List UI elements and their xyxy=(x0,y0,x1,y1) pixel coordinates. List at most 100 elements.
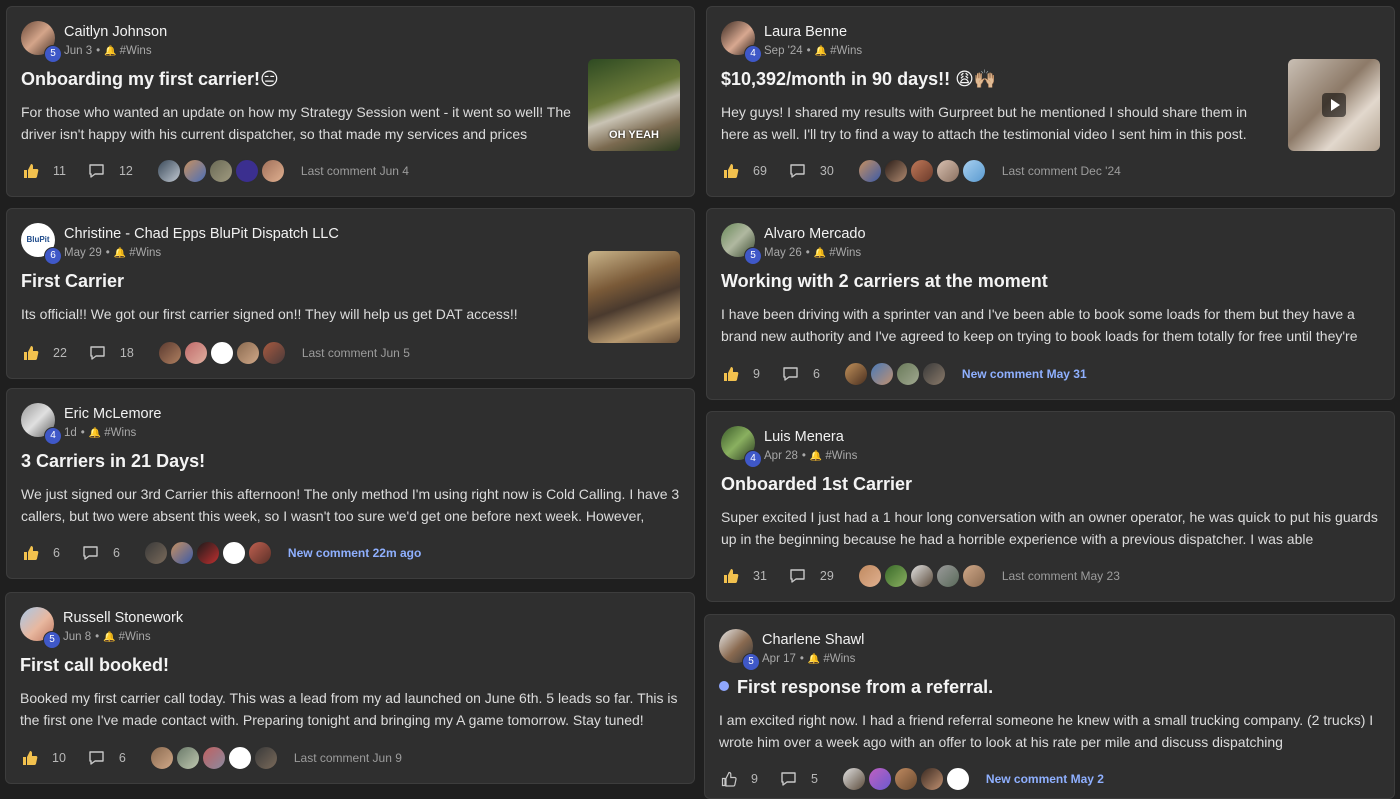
commenter-avatar[interactable] xyxy=(143,541,168,565)
commenter-avatar[interactable] xyxy=(945,767,970,791)
comment-icon[interactable] xyxy=(88,163,105,179)
post-card[interactable]: 4 Eric McLemore 1d • 🔔 #Wins 3 Carriers in … xyxy=(6,388,695,579)
comment-icon[interactable] xyxy=(82,545,99,561)
post-thumbnail[interactable] xyxy=(1288,59,1380,151)
post-title[interactable]: Onboarding my first carrier!😑 xyxy=(21,69,279,90)
commenter-avatar[interactable] xyxy=(867,767,892,791)
author-name[interactable]: Russell Stonework xyxy=(63,610,183,626)
commenter-avatar[interactable] xyxy=(209,341,234,365)
comment-icon[interactable] xyxy=(88,750,105,766)
like-icon[interactable] xyxy=(23,345,39,361)
commenter-avatar[interactable] xyxy=(893,767,918,791)
commenter-avatar[interactable] xyxy=(157,341,182,365)
post-title[interactable]: First Carrier xyxy=(21,271,124,292)
post-body[interactable]: I have been driving with a sprinter van … xyxy=(721,304,1381,347)
commenter-avatar[interactable] xyxy=(234,159,259,183)
play-icon[interactable] xyxy=(1322,93,1346,117)
post-title[interactable]: First response from a referral. xyxy=(719,677,993,698)
commenter-avatar[interactable] xyxy=(195,541,220,565)
commenter-avatar[interactable] xyxy=(895,362,920,386)
author-name[interactable]: Christine - Chad Epps BluPit Dispatch LL… xyxy=(64,226,339,242)
post-card[interactable]: 5 Russell Stonework Jun 8 • 🔔 #Wins First c… xyxy=(5,592,695,784)
commenter-avatar[interactable] xyxy=(869,362,894,386)
author-name[interactable]: Luis Menera xyxy=(764,429,844,445)
like-icon[interactable] xyxy=(723,163,739,179)
category-tag[interactable]: #Wins xyxy=(830,45,862,57)
commenter-avatar[interactable] xyxy=(201,746,226,770)
category-tag[interactable]: #Wins xyxy=(825,450,857,462)
commenter-avatar[interactable] xyxy=(919,767,944,791)
commenter-avatar[interactable] xyxy=(247,541,272,565)
post-card[interactable]: 4 Laura Benne Sep '24 • 🔔 #Wins $10,392/mon… xyxy=(706,6,1395,197)
commenter-avatar[interactable] xyxy=(227,746,252,770)
commenter-avatar[interactable] xyxy=(169,541,194,565)
commenter-avatar[interactable] xyxy=(883,564,908,588)
post-body[interactable]: I am excited right now. I had a friend r… xyxy=(719,710,1379,753)
category-tag[interactable]: #Wins xyxy=(823,653,855,665)
like-icon[interactable] xyxy=(23,163,39,179)
commenter-avatar[interactable] xyxy=(261,341,286,365)
commenter-avatar[interactable] xyxy=(909,159,934,183)
author-name[interactable]: Charlene Shawl xyxy=(762,632,864,648)
comment-activity[interactable]: New comment 22m ago xyxy=(288,546,421,560)
post-body[interactable]: Its official!! We got our first carrier … xyxy=(21,304,576,347)
post-card[interactable]: 5 Caitlyn Johnson Jun 3 • 🔔 #Wins Onboardin… xyxy=(6,6,695,197)
category-tag[interactable]: #Wins xyxy=(119,631,151,643)
post-body[interactable]: Hey guys! I shared my results with Gurpr… xyxy=(721,102,1276,145)
post-card[interactable]: BluPit 6 Christine - Chad Epps BluPit Di… xyxy=(6,208,695,379)
commenter-avatar[interactable] xyxy=(935,564,960,588)
author-name[interactable]: Alvaro Mercado xyxy=(764,226,866,242)
comment-activity[interactable]: New comment May 31 xyxy=(962,367,1087,381)
commenter-avatar[interactable] xyxy=(961,159,986,183)
post-body[interactable]: For those who wanted an update on how my… xyxy=(21,102,576,145)
post-thumbnail[interactable] xyxy=(588,251,680,343)
category-tag[interactable]: #Wins xyxy=(829,247,861,259)
commenter-avatar[interactable] xyxy=(208,159,233,183)
category-tag[interactable]: #Wins xyxy=(104,427,136,439)
post-title[interactable]: First call booked! xyxy=(20,655,169,676)
post-title[interactable]: 3 Carriers in 21 Days! xyxy=(21,451,205,472)
comment-activity[interactable]: New comment May 2 xyxy=(986,772,1104,786)
commenter-avatar[interactable] xyxy=(883,159,908,183)
comment-icon[interactable] xyxy=(782,366,799,382)
commenter-avatar[interactable] xyxy=(260,159,285,183)
commenter-avatar[interactable] xyxy=(253,746,278,770)
commenter-avatar[interactable] xyxy=(857,159,882,183)
comment-icon[interactable] xyxy=(789,568,806,584)
commenter-avatar[interactable] xyxy=(921,362,946,386)
commenter-avatar[interactable] xyxy=(156,159,181,183)
post-card[interactable]: 5 Charlene Shawl Apr 17 • 🔔 #Wins First res… xyxy=(704,614,1395,799)
category-tag[interactable]: #Wins xyxy=(120,45,152,57)
author-name[interactable]: Eric McLemore xyxy=(64,406,162,422)
commenter-avatar[interactable] xyxy=(935,159,960,183)
post-thumbnail[interactable]: OH YEAH xyxy=(588,59,680,151)
comment-icon[interactable] xyxy=(789,163,806,179)
category-tag[interactable]: #Wins xyxy=(129,247,161,259)
like-icon[interactable] xyxy=(723,366,739,382)
comment-icon[interactable] xyxy=(780,771,797,787)
commenter-avatar[interactable] xyxy=(841,767,866,791)
commenter-avatar[interactable] xyxy=(857,564,882,588)
commenter-avatar[interactable] xyxy=(183,341,208,365)
post-title[interactable]: Onboarded 1st Carrier xyxy=(721,474,912,495)
comment-icon[interactable] xyxy=(89,345,106,361)
post-title[interactable]: Working with 2 carriers at the moment xyxy=(721,271,1048,292)
post-card[interactable]: 4 Luis Menera Apr 28 • 🔔 #Wins Onboarded 1s… xyxy=(706,411,1395,602)
commenter-avatar[interactable] xyxy=(909,564,934,588)
commenter-avatar[interactable] xyxy=(182,159,207,183)
commenter-avatar[interactable] xyxy=(235,341,260,365)
commenter-avatar[interactable] xyxy=(961,564,986,588)
like-icon[interactable] xyxy=(723,568,739,584)
post-title[interactable]: $10,392/month in 90 days!! 😩🙌🏼 xyxy=(721,69,996,90)
like-icon[interactable] xyxy=(22,750,38,766)
post-body[interactable]: Super excited I just had a 1 hour long c… xyxy=(721,507,1381,550)
author-name[interactable]: Caitlyn Johnson xyxy=(64,24,167,40)
commenter-avatar[interactable] xyxy=(149,746,174,770)
author-name[interactable]: Laura Benne xyxy=(764,24,847,40)
commenter-avatar[interactable] xyxy=(843,362,868,386)
commenter-avatar[interactable] xyxy=(175,746,200,770)
post-body[interactable]: We just signed our 3rd Carrier this afte… xyxy=(21,484,685,527)
post-body[interactable]: Booked my first carrier call today. This… xyxy=(20,688,684,731)
commenter-avatar[interactable] xyxy=(221,541,246,565)
post-card[interactable]: 5 Alvaro Mercado May 26 • 🔔 #Wins Working w… xyxy=(706,208,1395,400)
